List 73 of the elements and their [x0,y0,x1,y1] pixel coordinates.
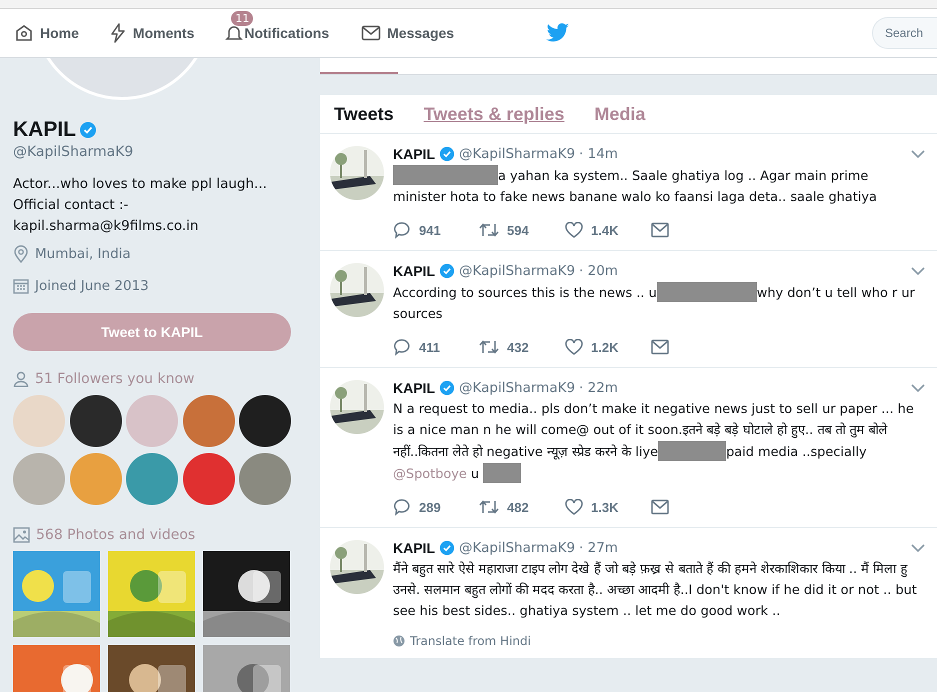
heart-icon[interactable] [565,339,583,355]
reply-count: 411 [419,340,440,354]
search-field[interactable]: Search [872,17,937,49]
follower-avatar[interactable] [239,395,291,447]
reply-count: 941 [419,222,441,238]
bio-text: Actor...who loves to make ppl laugh... [13,175,268,194]
profile-name: KAPIL [13,118,76,142]
reply-icon[interactable] [393,498,411,516]
chevron-down-icon[interactable] [911,266,925,276]
tweet-time[interactable]: · 14m [579,146,618,162]
author-handle: @KapilSharmaK9 [459,380,576,396]
like-count: 1.4K [591,222,618,238]
photos-and-videos-link[interactable]: 568 Photos and videos [36,527,196,543]
bio-text: Official contact :- [13,196,130,215]
nav-link[interactable]: Moments [108,23,194,43]
retweet-count: 432 [507,340,529,354]
tweet-text: According to sources this is the news .. u why don’t u tell who r ur sources [393,282,925,325]
location-pin-icon [13,245,29,263]
reply-icon[interactable] [393,221,411,239]
heart-icon[interactable] [565,222,583,238]
chevron-down-icon[interactable] [911,384,925,392]
heart-icon[interactable] [565,499,583,515]
author-name[interactable]: KAPIL [393,540,435,556]
timeline-tab[interactable]: Tweets & replies [424,104,564,124]
notification-count-badge: 11 [230,10,254,27]
timeline-tab[interactable]: Media [594,104,646,124]
mention-link[interactable]: @Spotboye [393,467,467,482]
profile-handle: @KapilSharmaK9 [13,144,134,160]
author-handle: @KapilSharmaK9 [459,540,576,556]
author-handle: @KapilSharmaK9 [459,146,576,162]
follower-avatar[interactable] [70,395,122,447]
calendar-icon [13,278,29,294]
author-handle: @KapilSharmaK9 [459,263,576,279]
bird-logo-icon [546,23,570,43]
retweet-icon[interactable] [479,339,499,355]
translate-link[interactable]: Translate from Hindi [410,634,531,648]
mail-icon[interactable] [651,339,669,355]
person-icon [13,371,29,387]
redaction-bar [658,441,726,461]
author-name[interactable]: KAPIL [393,146,435,162]
tweet-time[interactable]: · 22m [579,380,618,396]
location-text: Mumbai, India [35,246,131,262]
reply-count: 289 [419,500,441,514]
tweet-text: N a request to media.. pls don’t make it negative news just to sell ur paper ... he is a nice man n he will come@ out of it soon.इतने बड़े बड़े घोटाले हो हुए.. तब तो तुम बोले नहीं..कितना लेते हो negative न्यूज़ स्प्रेड करने के liye paid media ..specially @Spotboye u [393,401,915,485]
tweet-time[interactable]: · 27m [579,540,618,556]
tweet-time[interactable]: · 20m [579,263,618,279]
followers-you-know-link[interactable]: 51 Followers you know [35,371,194,387]
bio-text: kapil.sharma@k9films.co.in [13,217,200,236]
mail-icon [361,24,382,42]
author-name[interactable]: KAPIL [393,380,435,396]
lightning-icon [108,23,127,43]
tweet-text: मैंने बहुत सारे ऐसे महाराजा टाइप लोग देखे हैं जो बड़े फ़ख्र से बताते हैं की हमने शेरकाशिकार किया .. मैं मिला हु उनसे. सलमान बहुत लोगों की मदद करता है.. अच्छा आदमी है..I don't know if he did it or not .. but see his best sides.. ghatiya system .. let me do good work .. [393,560,918,621]
like-count: 1.2K [591,340,618,354]
retweet-count: 482 [507,500,529,514]
image-icon [13,527,30,543]
chevron-down-icon[interactable] [911,544,925,552]
author-name[interactable]: KAPIL [393,263,435,279]
tweet-text: a yahan ka system.. Saale ghatiya log .. Agar main prime minister hota to fake news banane walo ko faansi laga deta.. saale ghatiya [393,165,925,208]
mail-icon[interactable] [651,222,669,238]
timeline-tab[interactable]: Tweets [334,104,394,124]
chevron-down-icon[interactable] [911,150,925,158]
nav-link[interactable]: Messages [361,24,454,42]
globe-icon [393,635,405,647]
redaction-bar [483,463,522,483]
reply-icon[interactable] [393,338,411,356]
nav-link[interactable]: Home [14,23,79,43]
joined-date-text: Joined June 2013 [35,278,149,294]
like-count: 1.3K [591,500,618,514]
retweet-icon[interactable] [479,499,499,515]
mail-icon[interactable] [651,499,669,515]
retweet-count: 594 [507,222,529,238]
home-icon [14,23,34,43]
retweet-icon[interactable] [479,222,499,238]
